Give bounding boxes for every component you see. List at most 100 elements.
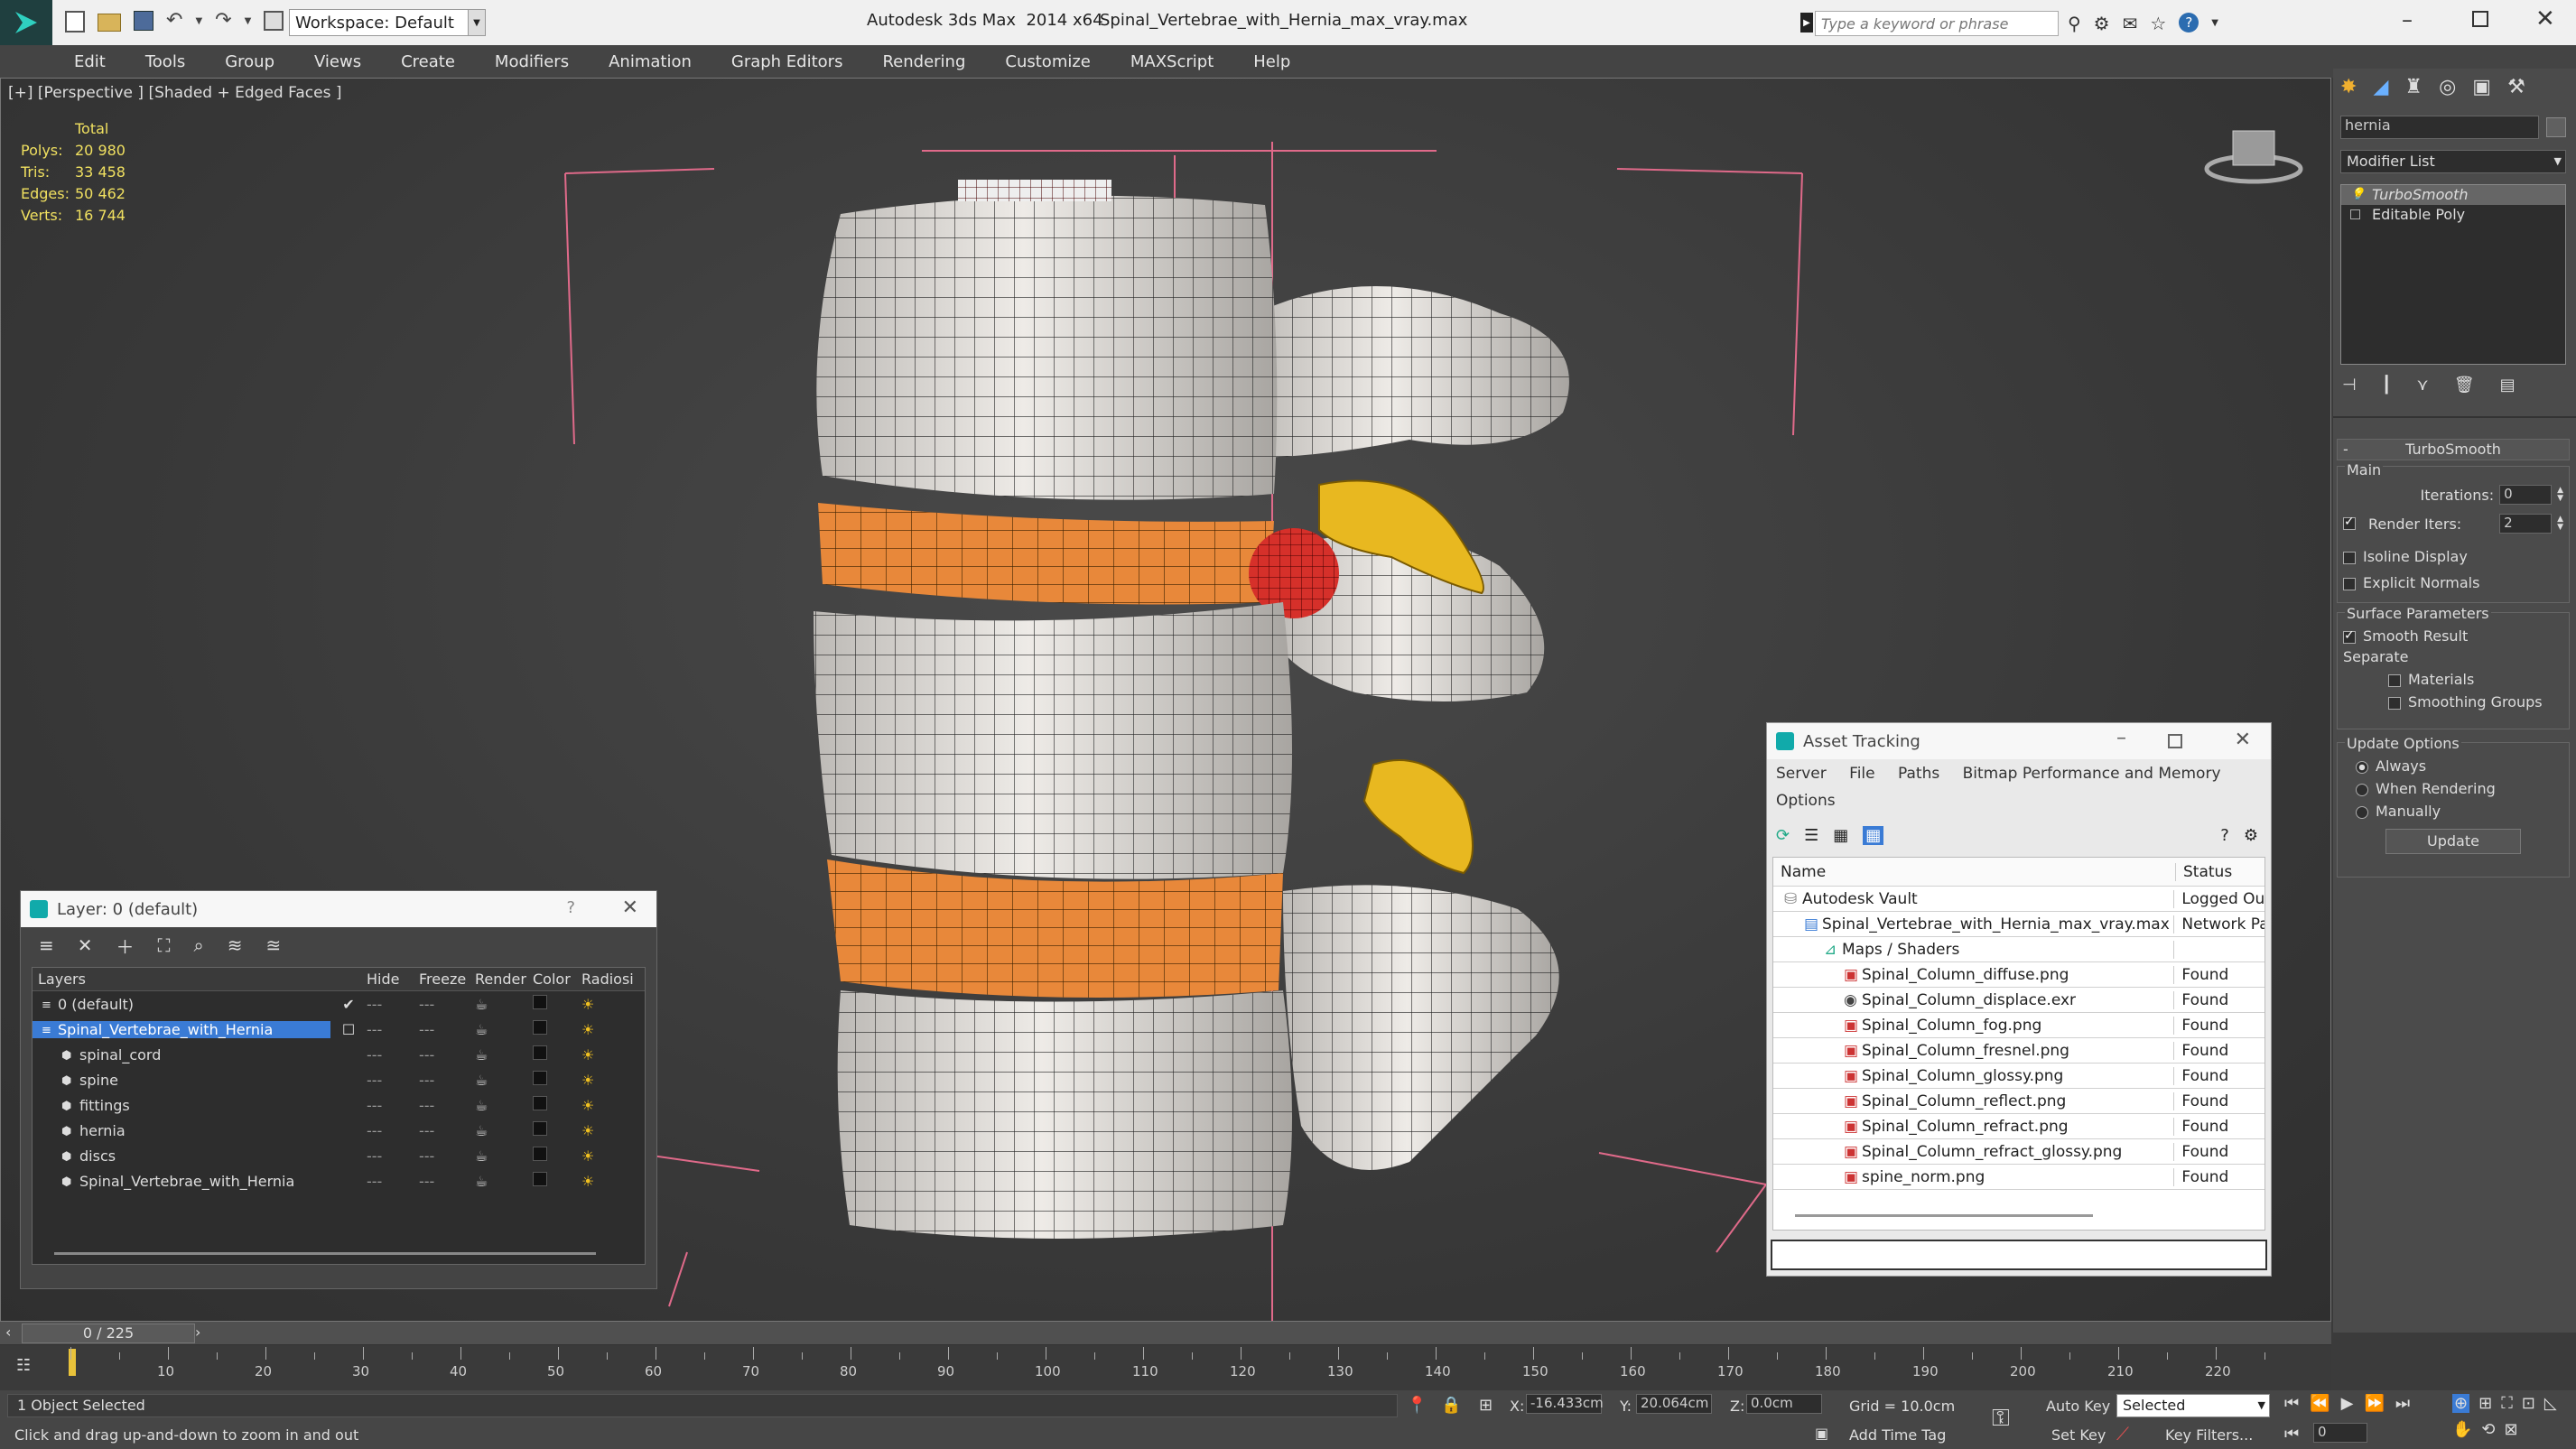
column-render[interactable]: Render: [475, 971, 533, 988]
track-bar[interactable]: ☷ 10 20 30 40 50 60 70 80 90 100 110 120 130 140 150 16…: [0, 1345, 2331, 1390]
hide-toggle[interactable]: ---: [367, 1021, 419, 1038]
asset-name-cell[interactable]: ▣ Spinal_Column_refract.png: [1773, 1117, 2175, 1136]
key-mode-icon[interactable]: ⟋: [2116, 1423, 2129, 1444]
column-name[interactable]: Name: [1773, 862, 2176, 881]
open-file-icon[interactable]: [98, 14, 121, 32]
help-dropdown-icon[interactable]: ▼: [2211, 18, 2218, 34]
menu-animation[interactable]: Animation: [589, 52, 711, 71]
search-input[interactable]: Type a keyword or phrase: [1815, 11, 2059, 36]
hierarchy-tab-icon[interactable]: ♜: [2404, 76, 2423, 98]
asset-name-cell[interactable]: ▣ Spinal_Column_glossy.png: [1773, 1066, 2175, 1085]
lightbulb-icon[interactable]: 💡: [2350, 185, 2365, 205]
search-expand-button[interactable]: ▶: [1800, 13, 1813, 33]
menu-tools[interactable]: Tools: [126, 52, 205, 71]
workspace-dropdown[interactable]: Workspace: Default ▼: [289, 9, 486, 36]
hide-toggle[interactable]: ---: [367, 1097, 419, 1114]
remove-modifier-icon[interactable]: 🗑: [2454, 376, 2475, 395]
asset-name-cell[interactable]: ▤ Spinal_Vertebrae_with_Hernia_max_vray.m…: [1773, 915, 2175, 933]
layer-row[interactable]: ⬢ fittings --- --- ☕ ☀: [33, 1092, 645, 1118]
asset-row[interactable]: ▣ Spinal_Column_fresnel.png Found: [1773, 1038, 2264, 1064]
render-teapot-icon[interactable]: ☕: [475, 1122, 533, 1139]
layer-color-swatch[interactable]: [533, 995, 581, 1013]
layer-name-cell[interactable]: ⬢ discs: [33, 1147, 330, 1165]
menu-create[interactable]: Create: [381, 52, 475, 71]
pin-stack-icon[interactable]: ⊣: [2342, 376, 2357, 395]
asset-row[interactable]: ▣ Spinal_Column_refract.png Found: [1773, 1114, 2264, 1139]
time-slider[interactable]: ‹ 0 / 225 ›: [0, 1322, 2331, 1345]
menu-maxscript[interactable]: MAXScript: [1111, 52, 1233, 71]
render-teapot-icon[interactable]: ☕: [475, 1072, 533, 1089]
layer-color-swatch[interactable]: [533, 1020, 581, 1038]
freeze-all-icon[interactable]: ≊: [266, 934, 282, 956]
asset-name-cell[interactable]: ▣ Spinal_Column_fog.png: [1773, 1016, 2175, 1035]
create-tab-icon[interactable]: ✸: [2340, 76, 2357, 98]
make-current-box-icon[interactable]: ☐: [330, 1021, 367, 1038]
asset-menu-paths[interactable]: Paths: [1898, 765, 1939, 783]
freeze-toggle[interactable]: ---: [419, 1046, 475, 1064]
layer-row[interactable]: ⬢ spine --- --- ☕ ☀: [33, 1067, 645, 1092]
asset-name-cell[interactable]: ◉ Spinal_Column_displace.exr: [1773, 990, 2175, 1009]
key-set-dropdown[interactable]: Selected ▼: [2116, 1394, 2270, 1417]
menu-rendering[interactable]: Rendering: [862, 52, 985, 71]
redo-dropdown-icon[interactable]: ▼: [245, 16, 252, 33]
maxscript-listener[interactable]: 1 Object Selected: [7, 1394, 1398, 1417]
column-radiosity[interactable]: Radiosi: [581, 971, 636, 988]
asset-row[interactable]: ⛁ Autodesk Vault Logged Out: [1773, 887, 2264, 912]
asset-row[interactable]: ▣ Spinal_Column_reflect.png Found: [1773, 1089, 2264, 1114]
minimize-button[interactable]: –: [2402, 7, 2413, 33]
asset-name-cell[interactable]: ▣ Spinal_Column_refract_glossy.png: [1773, 1142, 2175, 1161]
pan-icon[interactable]: ✋: [2452, 1420, 2472, 1439]
layer-color-swatch[interactable]: [533, 1147, 581, 1165]
spinner-arrows-icon[interactable]: ▲ ▼: [2557, 516, 2563, 532]
asset-name-cell[interactable]: ⛁ Autodesk Vault: [1773, 889, 2175, 908]
layer-row[interactable]: ≡ Spinal_Vertebrae_with_Hernia ☐ --- --- ☕ ☀: [33, 1017, 645, 1042]
selection-lock-icon[interactable]: 🔒: [1441, 1396, 1461, 1415]
layer-color-swatch[interactable]: [533, 1045, 581, 1064]
asset-name-cell[interactable]: ⊿ Maps / Shaders: [1773, 940, 2175, 959]
update-button[interactable]: Update: [2385, 829, 2521, 854]
layer-color-swatch[interactable]: [533, 1172, 581, 1190]
auto-key-button[interactable]: Auto Key: [2046, 1398, 2110, 1415]
object-color-swatch[interactable]: [2546, 117, 2566, 137]
next-frame-icon[interactable]: ›: [195, 1324, 200, 1341]
render-iters-checkbox[interactable]: [2343, 515, 2356, 530]
hide-toggle[interactable]: ---: [367, 996, 419, 1013]
expand-box-icon[interactable]: [2350, 209, 2360, 219]
motion-tab-icon[interactable]: ◎: [2439, 76, 2456, 98]
next-key-icon[interactable]: ⏩: [2364, 1394, 2384, 1413]
table-view-icon[interactable]: ▦: [1863, 825, 1884, 845]
show-end-result-icon[interactable]: ┃: [2382, 376, 2392, 395]
project-folder-icon[interactable]: [264, 11, 284, 31]
asset-menu-file[interactable]: File: [1849, 765, 1874, 783]
isoline-display-checkbox[interactable]: [2343, 551, 2356, 564]
hide-toggle[interactable]: ---: [367, 1122, 419, 1139]
list-view-icon[interactable]: ☰: [1804, 826, 1818, 845]
spinner-arrows-icon[interactable]: ▲ ▼: [2557, 487, 2563, 503]
explicit-normals-checkbox[interactable]: [2343, 577, 2356, 590]
asset-row[interactable]: ▣ Spinal_Column_glossy.png Found: [1773, 1064, 2264, 1089]
hide-toggle[interactable]: ---: [367, 1072, 419, 1089]
select-in-layer-icon[interactable]: ⛶: [158, 934, 171, 956]
go-to-start-icon[interactable]: ⏮: [2284, 1425, 2299, 1444]
layer-color-swatch[interactable]: [533, 1121, 581, 1139]
menu-graph-editors[interactable]: Graph Editors: [711, 52, 863, 71]
active-layer-check-icon[interactable]: ✔: [330, 996, 367, 1013]
radiosity-icon[interactable]: ☀: [581, 1072, 618, 1089]
undo-dropdown-icon[interactable]: ▼: [195, 16, 202, 33]
layer-name-cell[interactable]: ⬢ Spinal_Vertebrae_with_Hernia: [33, 1173, 330, 1190]
absolute-mode-icon[interactable]: ⊞: [1479, 1396, 1493, 1415]
radiosity-icon[interactable]: ☀: [581, 1147, 618, 1165]
undo-icon[interactable]: ↶: [166, 11, 182, 33]
isolate-selection-icon[interactable]: 📍: [1407, 1396, 1427, 1415]
redo-icon[interactable]: ↷: [215, 11, 231, 33]
render-teapot-icon[interactable]: ☕: [475, 1147, 533, 1165]
current-frame-field[interactable]: 0: [2313, 1423, 2367, 1443]
add-to-layer-icon[interactable]: ＋: [116, 933, 135, 959]
display-tab-icon[interactable]: ▣: [2472, 76, 2491, 98]
make-unique-icon[interactable]: ⋎: [2417, 376, 2429, 395]
asset-path-field[interactable]: [1771, 1240, 2267, 1270]
x-coordinate-field[interactable]: -16.433cm: [1526, 1394, 1604, 1414]
asset-row[interactable]: ▤ Spinal_Vertebrae_with_Hernia_max_vray.m…: [1773, 912, 2264, 937]
menu-views[interactable]: Views: [294, 52, 381, 71]
asset-window-titlebar[interactable]: Asset Tracking – ✕: [1767, 723, 2271, 759]
